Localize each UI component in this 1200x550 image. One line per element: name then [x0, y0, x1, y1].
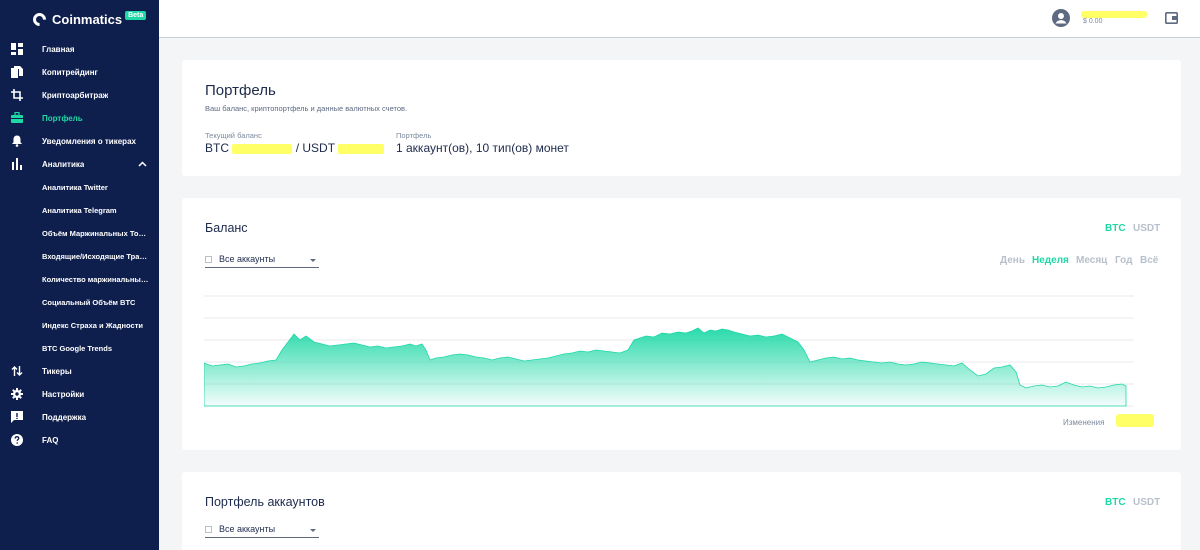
- currency-btc-toggle[interactable]: BTC: [1105, 223, 1126, 234]
- balance-btc-prefix: BTC: [205, 141, 229, 155]
- gear-icon: [11, 388, 23, 400]
- sidebar-item-label: Уведомления о тикерах: [42, 137, 136, 146]
- sidebar-item-label: Портфель: [42, 114, 83, 123]
- balance-separator: / USDT: [295, 141, 335, 155]
- portfolio-card: Портфель Ваш баланс, криптопортфель и да…: [182, 60, 1181, 176]
- period-month[interactable]: Месяц: [1076, 255, 1107, 266]
- accounts-portfolio-title: Портфель аккаунтов: [205, 495, 325, 509]
- wallet-icon[interactable]: [1165, 11, 1178, 24]
- dropdown-caret-icon: [310, 259, 316, 262]
- topbar: $ 0.00: [159, 0, 1200, 38]
- sidebar-subitem-social-volume[interactable]: Социальный Объём BTC: [0, 291, 159, 314]
- sidebar-item-ticker-alerts[interactable]: Уведомления о тикерах: [0, 130, 159, 153]
- app-name: Coinmatics: [52, 11, 123, 27]
- sidebar-subitem-google-trends[interactable]: BTC Google Trends: [0, 337, 159, 360]
- sidebar-item-label: Настройки: [42, 390, 85, 399]
- sidebar-item-home[interactable]: Главная: [0, 38, 159, 61]
- changes-label: Изменения: [1063, 418, 1105, 427]
- accounts-select-value: Все аккаунты: [219, 524, 276, 534]
- currency-btc-toggle[interactable]: BTC: [1105, 497, 1126, 508]
- sidebar-subitem-twitter[interactable]: Аналитика Twitter: [0, 176, 159, 199]
- balance-area-chart: [204, 295, 1134, 407]
- balance-btc-redacted: [232, 143, 293, 154]
- help-icon: [11, 434, 23, 446]
- copy-icon: [11, 66, 23, 78]
- coinmatics-logo-icon: [30, 9, 49, 29]
- sidebar-subitem-label: Аналитика Telegram: [42, 206, 117, 215]
- chevron-up-icon[interactable]: [138, 160, 147, 169]
- current-balance-label: Текущий баланс: [205, 131, 262, 140]
- period-week[interactable]: Неделя: [1032, 255, 1069, 266]
- balance-usdt-redacted: [338, 143, 385, 154]
- sidebar: Coinmatics Beta Главная Копитрейдинг Кри…: [0, 0, 159, 550]
- crop-icon: [11, 89, 23, 101]
- bell-icon: [11, 135, 23, 147]
- period-year[interactable]: Год: [1115, 255, 1133, 266]
- sidebar-item-label: Криптоарбитраж: [42, 91, 109, 100]
- sidebar-item-faq[interactable]: FAQ: [0, 429, 159, 452]
- current-balance-value: BTC / USDT: [205, 141, 385, 155]
- sidebar-subitem-fear-greed[interactable]: Индекс Страха и Жадности: [0, 314, 159, 337]
- sidebar-item-settings[interactable]: Настройки: [0, 383, 159, 406]
- sidebar-subitem-label: Аналитика Twitter: [42, 183, 108, 192]
- logo[interactable]: Coinmatics Beta: [0, 0, 159, 38]
- sidebar-subitem-label: BTC Google Trends: [42, 344, 113, 353]
- user-name-redacted[interactable]: [1081, 11, 1147, 18]
- dropdown-caret-icon: [310, 529, 316, 532]
- accounts-select[interactable]: Все аккаунты: [205, 254, 319, 268]
- changes-value-redacted: [1116, 414, 1154, 427]
- balance-title: Баланс: [205, 221, 248, 235]
- sidebar-subitem-telegram[interactable]: Аналитика Telegram: [0, 199, 159, 222]
- bar-chart-icon: [11, 158, 23, 170]
- period-day[interactable]: День: [1000, 255, 1025, 266]
- sidebar-subitem-label: Количество маржинальных ...: [42, 275, 150, 284]
- accounts-icon: [205, 526, 212, 533]
- sidebar-item-tickers[interactable]: Тикеры: [0, 360, 159, 383]
- currency-usdt-toggle[interactable]: USDT: [1133, 497, 1160, 508]
- period-all[interactable]: Всё: [1140, 255, 1158, 266]
- sidebar-item-label: Главная: [42, 45, 75, 54]
- dashboard-icon: [11, 43, 23, 55]
- sidebar-subitem-label: Индекс Страха и Жадности: [42, 321, 143, 330]
- swap-vertical-icon: [11, 365, 23, 377]
- sidebar-subitem-label: Входящие/Исходящие Транз...: [42, 252, 150, 261]
- user-avatar-icon[interactable]: [1052, 9, 1070, 27]
- sidebar-subitem-label: Социальный Объём BTC: [42, 298, 136, 307]
- sidebar-item-label: Поддержка: [42, 413, 87, 422]
- sidebar-subitem-transactions[interactable]: Входящие/Исходящие Транз...: [0, 245, 159, 268]
- chat-icon: [11, 411, 23, 423]
- sidebar-item-arbitrage[interactable]: Криптоарбитраж: [0, 84, 159, 107]
- page-description: Ваш баланс, криптопортфель и данные валю…: [205, 104, 408, 113]
- accounts-portfolio-card: Портфель аккаунтов BTC USDT Все аккаунты: [182, 472, 1181, 550]
- beta-badge: Beta: [125, 10, 147, 20]
- page-title: Портфель: [205, 82, 276, 99]
- sidebar-subitem-margin-volume[interactable]: Объём Маржинальных Торгов: [0, 222, 159, 245]
- sidebar-item-portfolio[interactable]: Портфель: [0, 107, 159, 130]
- balance-card: Баланс BTC USDT Все аккаунты День Неделя…: [182, 198, 1181, 450]
- sidebar-item-label: Тикеры: [42, 367, 72, 376]
- sidebar-subitem-label: Объём Маржинальных Торгов: [42, 229, 150, 238]
- user-balance: $ 0.00: [1083, 18, 1103, 25]
- sidebar-item-label: Аналитика: [42, 160, 85, 169]
- portfolio-label: Портфель: [396, 131, 432, 140]
- portfolio-summary: 1 аккаунт(ов), 10 тип(ов) монет: [396, 141, 569, 155]
- sidebar-subitem-margin-count[interactable]: Количество маржинальных ...: [0, 268, 159, 291]
- sidebar-item-label: Копитрейдинг: [42, 68, 98, 77]
- accounts-icon: [205, 256, 212, 263]
- sidebar-item-support[interactable]: Поддержка: [0, 406, 159, 429]
- sidebar-item-copytrading[interactable]: Копитрейдинг: [0, 61, 159, 84]
- sidebar-item-analytics[interactable]: Аналитика: [0, 153, 159, 176]
- currency-usdt-toggle[interactable]: USDT: [1133, 223, 1160, 234]
- sidebar-item-label: FAQ: [42, 436, 59, 445]
- briefcase-icon: [11, 112, 23, 124]
- accounts-select[interactable]: Все аккаунты: [205, 524, 319, 538]
- accounts-select-value: Все аккаунты: [219, 254, 276, 264]
